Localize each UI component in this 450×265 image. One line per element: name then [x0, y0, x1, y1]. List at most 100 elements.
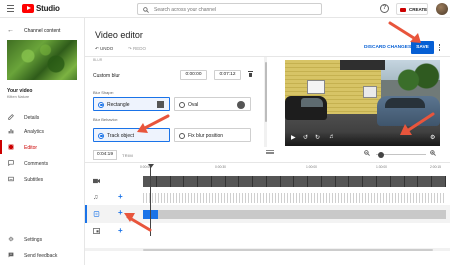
sidebar-item-settings[interactable]: Settings: [0, 232, 84, 246]
rectangle-shape-icon: [157, 101, 164, 108]
video-thumbnail[interactable]: [7, 40, 77, 80]
redo-label: REDO: [133, 46, 147, 51]
behavior-fix-position-option[interactable]: Fix blur position: [174, 128, 251, 142]
sidebar-item-editor[interactable]: Editor: [0, 140, 84, 154]
video-title: Your video: [7, 88, 33, 94]
search-icon: [143, 6, 149, 13]
shape-oval-option[interactable]: Oval: [174, 97, 251, 111]
current-time-field[interactable]: 0:04:19: [93, 150, 117, 160]
video-frame-roof: [340, 60, 385, 70]
page-title: Video editor: [95, 30, 143, 40]
ruler-tick: 2:00:15: [430, 165, 441, 169]
ruler-tick: 0:00:30: [215, 165, 226, 169]
create-button[interactable]: CREATE: [396, 3, 428, 15]
sidebar-item-details[interactable]: Details: [0, 110, 84, 124]
ruler-tick: 1:30:00: [376, 165, 387, 169]
play-icon[interactable]: ▶: [291, 134, 296, 141]
custom-blur-label: Custom blur: [93, 73, 120, 79]
video-frame-window: [307, 80, 325, 94]
blur-shape-label: Blur Shape:: [93, 90, 114, 95]
feedback-icon: [8, 252, 14, 258]
ruler-tick: 1:00:00: [306, 165, 317, 169]
video-camera-icon: [400, 7, 406, 12]
avatar[interactable]: [436, 3, 448, 15]
menu-icon[interactable]: [7, 5, 14, 12]
blur-start-time-field[interactable]: 0:00:00: [180, 70, 207, 80]
video-track[interactable]: [143, 176, 446, 187]
annotation-arrow-icon: [400, 112, 435, 135]
film-icon: [8, 144, 14, 150]
sidebar-item-label: Analytics: [24, 128, 45, 135]
music-note-icon: ♫: [93, 194, 99, 201]
subtitles-icon: [8, 176, 14, 182]
pencil-icon: [8, 114, 14, 120]
volume-icon[interactable]: ♬: [329, 134, 335, 140]
studio-logo-text[interactable]: Studio: [36, 4, 60, 13]
annotation-arrow-icon: [388, 21, 421, 43]
zoom-out-icon[interactable]: [364, 150, 370, 156]
sidebar-item-label: Subtitles: [24, 176, 44, 183]
active-row-marker: [85, 205, 87, 223]
sidebar-item-feedback[interactable]: Send feedback: [0, 248, 84, 262]
blur-track[interactable]: [143, 210, 446, 219]
video-subtitle: Kitten Nature: [7, 95, 30, 99]
search-box[interactable]: [137, 3, 322, 15]
panel-collapse-hint[interactable]: BLUR: [93, 58, 102, 62]
top-bar: Studio ? CREATE: [0, 0, 450, 18]
video-frame-car-window: [385, 98, 425, 108]
option-label: Fix blur position: [188, 133, 224, 139]
forward-icon[interactable]: ↻: [315, 134, 320, 141]
video-frame-window: [363, 86, 377, 98]
radio-icon: [98, 132, 104, 139]
create-label: CREATE: [409, 7, 428, 12]
redo-button[interactable]: ↷ REDO: [128, 46, 146, 52]
trash-icon[interactable]: [248, 70, 253, 77]
undo-button[interactable]: ↶ UNDO: [95, 46, 113, 52]
sidebar-item-comments[interactable]: Comments: [0, 156, 84, 170]
search-input[interactable]: [154, 5, 314, 14]
video-track-icon: [93, 178, 100, 184]
radio-icon: [98, 101, 104, 108]
channel-content-link[interactable]: Channel content: [24, 28, 60, 34]
zoom-in-icon[interactable]: [430, 150, 436, 156]
comment-icon: [8, 160, 14, 166]
trim-button[interactable]: TRIM: [122, 153, 133, 158]
blur-end-time-field[interactable]: 0:07:12: [214, 70, 241, 80]
divider: [85, 56, 450, 57]
radio-icon: [179, 132, 185, 139]
rewind-icon[interactable]: ↺: [303, 134, 308, 141]
option-label: Rectangle: [107, 102, 130, 108]
radio-icon: [179, 101, 185, 108]
sidebar: ← Channel content Your video Kitten Natu…: [0, 18, 85, 265]
sidebar-item-label: Send feedback: [24, 252, 58, 259]
oval-shape-icon: [237, 101, 245, 109]
audio-track[interactable]: [143, 193, 446, 203]
gear-icon: [8, 236, 14, 242]
sidebar-item-label: Settings: [24, 236, 43, 243]
option-label: Track object: [107, 133, 135, 139]
youtube-logo-icon[interactable]: [22, 4, 34, 13]
sidebar-item-analytics[interactable]: Analytics: [0, 124, 84, 138]
blur-track-icon: [93, 211, 100, 217]
help-icon[interactable]: ?: [380, 4, 389, 13]
timeline-scrollbar[interactable]: [85, 248, 450, 251]
sidebar-item-label: Details: [24, 114, 40, 121]
end-screen-track-icon: [93, 228, 100, 234]
bar-chart-icon: [8, 129, 14, 134]
shape-rectangle-option[interactable]: Rectangle: [93, 97, 170, 111]
option-label: Oval: [188, 102, 199, 108]
back-arrow-icon[interactable]: ←: [7, 27, 14, 34]
resize-handle[interactable]: [266, 150, 274, 154]
add-audio-button[interactable]: +: [118, 192, 123, 201]
sidebar-item-label: Editor: [24, 144, 38, 151]
sidebar-item-subtitles[interactable]: Subtitles: [0, 172, 84, 186]
blur-behavior-label: Blur Behavior:: [93, 117, 119, 122]
zoom-slider-handle[interactable]: [378, 151, 384, 158]
panel-scrollbar[interactable]: [264, 57, 267, 147]
annotation-arrow-icon: [124, 213, 152, 232]
video-frame-tree: [395, 60, 440, 100]
more-options-icon[interactable]: [438, 44, 441, 53]
annotation-arrow-icon: [137, 114, 170, 133]
undo-label: UNDO: [100, 46, 114, 51]
sidebar-item-label: Comments: [24, 160, 49, 167]
